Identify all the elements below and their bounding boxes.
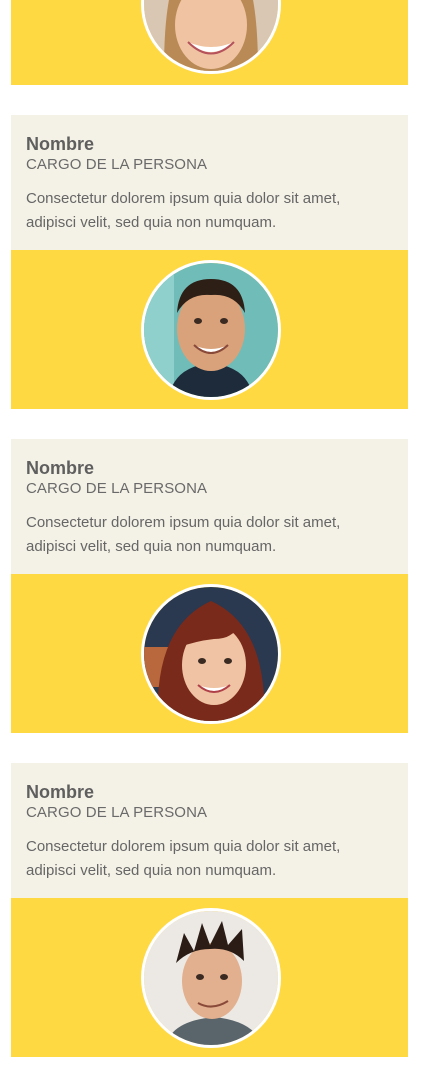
person-description: Consectetur dolorem ipsum quia dolor sit… [26, 514, 341, 555]
person-role: CARGO DE LA PERSONA [26, 156, 208, 173]
team-card: Nombre CARGO DE LA PERSONA Consectetur d… [11, 763, 408, 1057]
avatar-man-spiky-hair-photo [141, 908, 281, 1048]
team-card-partial [11, 0, 408, 85]
team-card-photo-area [11, 574, 408, 733]
person-name: Nombre [26, 458, 95, 478]
person-name: Nombre [26, 782, 95, 802]
team-section: Nombre CARGO DE LA PERSONA Consectetur d… [0, 0, 423, 1082]
person-name: Nombre [26, 134, 95, 154]
person-description: Consectetur dolorem ipsum quia dolor sit… [26, 190, 341, 231]
team-card: Nombre CARGO DE LA PERSONA Consectetur d… [11, 115, 408, 409]
team-card-info: Nombre CARGO DE LA PERSONA Consectetur d… [11, 439, 408, 574]
person-role: CARGO DE LA PERSONA [26, 804, 208, 821]
team-card: Nombre CARGO DE LA PERSONA Consectetur d… [11, 439, 408, 733]
team-card-info: Nombre CARGO DE LA PERSONA Consectetur d… [11, 763, 408, 898]
person-description: Consectetur dolorem ipsum quia dolor sit… [26, 838, 341, 879]
avatar-man-smiling-photo [141, 260, 281, 400]
team-card-photo-area [11, 898, 408, 1057]
team-card-info: Nombre CARGO DE LA PERSONA Consectetur d… [11, 115, 408, 250]
avatar-woman-red-hair-photo [141, 584, 281, 724]
avatar-blonde-woman-photo [141, 0, 281, 74]
person-role: CARGO DE LA PERSONA [26, 480, 208, 497]
team-card-photo-area [11, 250, 408, 409]
